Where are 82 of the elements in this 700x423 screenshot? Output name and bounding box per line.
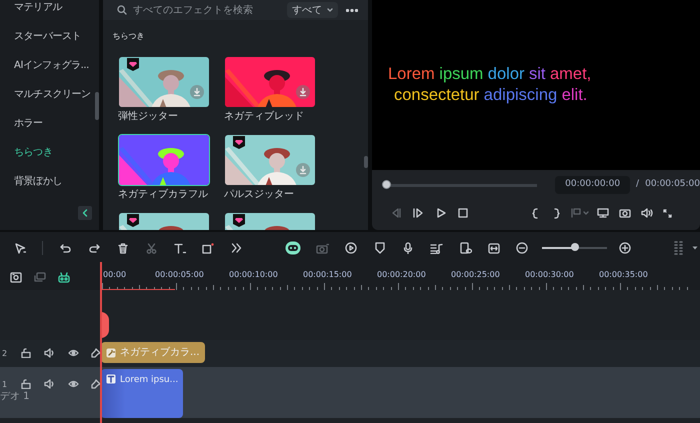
grid-icon[interactable] — [672, 241, 684, 255]
undo-icon[interactable] — [60, 244, 72, 252]
sidebar-item[interactable]: AIインフォグラ... — [0, 58, 99, 87]
marker-dropdown-icon[interactable] — [571, 208, 589, 218]
caption-word: sit — [529, 64, 546, 85]
text-tool-icon[interactable] — [174, 242, 186, 254]
crop-icon[interactable] — [202, 242, 214, 254]
time-label: 00:00:35:00 — [599, 269, 648, 281]
time-separator: / — [636, 178, 640, 192]
fullscreen-icon[interactable] — [662, 208, 672, 218]
search-icon — [116, 5, 127, 15]
track-number: 1 — [2, 379, 8, 391]
track-name: デオ 1 — [0, 390, 30, 404]
previous-frame-icon[interactable] — [391, 208, 401, 218]
pointer-icon[interactable] — [14, 242, 26, 254]
time-label: 00:00 — [103, 269, 126, 281]
total-time: 00:00:05:00 — [645, 178, 700, 192]
filter-dropdown[interactable]: すべて — [287, 2, 338, 18]
sidebar-item[interactable]: ホラー — [0, 116, 99, 145]
time-label: 00:00:20:00 — [377, 269, 426, 281]
volume-icon[interactable] — [44, 348, 55, 358]
play-icon[interactable] — [436, 208, 446, 218]
caption-word: Lorem — [388, 64, 435, 85]
eye-icon[interactable] — [68, 349, 79, 357]
scissors-icon[interactable] — [146, 242, 157, 254]
shield-icon[interactable] — [374, 242, 385, 254]
audio-list-icon[interactable] — [430, 242, 444, 254]
section-title: ちらつき — [112, 31, 146, 43]
robot-icon[interactable] — [285, 241, 302, 255]
time-label: 00:00:30:00 — [525, 269, 574, 281]
volume-icon[interactable] — [641, 208, 653, 218]
text-clip[interactable]: Lorem ipsu... — [101, 369, 184, 418]
caption-word: elit. — [562, 85, 588, 106]
time-label: 00:00:15:00 — [303, 269, 352, 281]
caret-icon[interactable] — [692, 246, 698, 250]
time-label: 00:00:25:00 — [451, 269, 500, 281]
sidebar-item[interactable]: スターバースト — [0, 29, 99, 58]
effect-name: ネガティブカラフル — [118, 188, 209, 202]
effect-name: パルスジッター — [224, 188, 295, 202]
caption-word: adipiscing — [484, 85, 558, 106]
stop-icon[interactable] — [458, 208, 468, 218]
volume-icon[interactable] — [44, 379, 55, 389]
caption-word: consectetur — [394, 85, 480, 106]
add-track-icon[interactable] — [10, 272, 22, 282]
mark-out-icon[interactable] — [554, 208, 560, 218]
track-number: 2 — [2, 348, 8, 360]
search-field[interactable]: すべてのエフェクトを検索 — [116, 1, 287, 19]
text-clip-icon — [106, 374, 116, 384]
time-label: 00:00:10:00 — [229, 269, 278, 281]
effect-name: 弾性ジッター — [118, 110, 179, 124]
slider-thumb[interactable] — [570, 243, 579, 251]
eye-icon[interactable] — [68, 380, 79, 388]
lock-icon[interactable] — [21, 348, 31, 358]
more-tools-icon[interactable] — [231, 243, 242, 253]
record-camera-icon[interactable] — [316, 242, 329, 254]
effect-icon — [106, 348, 116, 358]
download-icon[interactable] — [296, 85, 310, 100]
collapse-button[interactable] — [78, 206, 92, 220]
lock-icon[interactable] — [21, 379, 31, 389]
sidebar-item[interactable]: マルチスクリーン — [0, 87, 99, 116]
monitor-icon[interactable] — [597, 208, 609, 218]
delete-icon[interactable] — [118, 242, 128, 254]
caption-word: ipsum — [439, 64, 484, 85]
caption-word: amet, — [550, 64, 592, 85]
fit-width-icon[interactable] — [488, 242, 500, 254]
caption-word: dolor — [488, 64, 524, 85]
more-icon[interactable] — [346, 8, 358, 12]
time-label: 00:00:05:00 — [155, 269, 204, 281]
microphone-icon[interactable] — [403, 242, 414, 254]
sidebar-item[interactable]: ちらつき — [0, 145, 99, 174]
caret-icon — [327, 8, 333, 12]
zoom-in-icon[interactable] — [619, 242, 632, 254]
current-time: 00:00:00:00 — [555, 176, 630, 194]
zoom-out-icon[interactable] — [516, 242, 528, 254]
chevron-left-icon — [82, 209, 88, 217]
sidebar-item[interactable]: 背景ぼかし — [0, 174, 99, 203]
camera-icon[interactable] — [619, 208, 631, 218]
next-frame-icon[interactable] — [413, 208, 423, 218]
mark-in-icon[interactable] — [532, 208, 538, 218]
redo-icon[interactable] — [88, 244, 100, 252]
sidebar-item[interactable]: マテリアル — [0, 0, 99, 29]
effect-name: ネガティブレッド — [224, 110, 305, 124]
